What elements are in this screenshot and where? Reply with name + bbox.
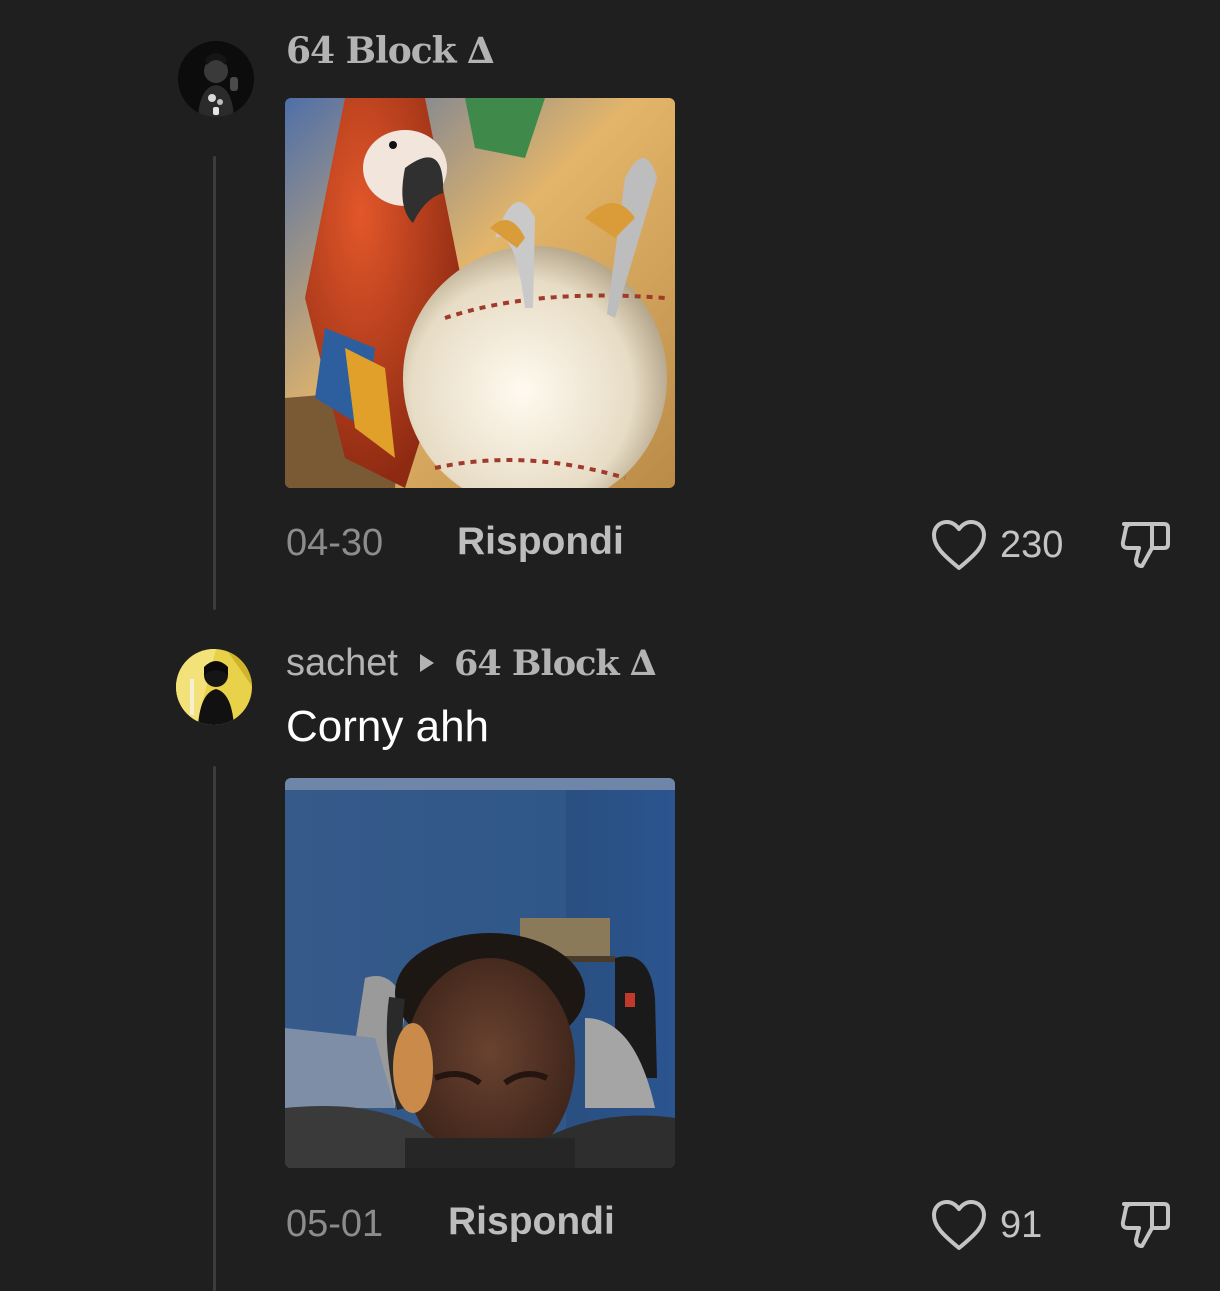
thumbs-down-icon	[1118, 1196, 1174, 1252]
dislike-button[interactable]	[1118, 516, 1174, 572]
heart-icon	[930, 518, 988, 572]
like-count: 230	[1000, 523, 1064, 566]
like-button[interactable]: 91	[930, 1198, 1042, 1252]
comment-date: 05-01	[286, 1203, 384, 1245]
heart-icon	[930, 1198, 988, 1252]
like-count: 91	[1000, 1203, 1043, 1246]
reply-to-author[interactable]: 64 Block ∆	[454, 643, 656, 684]
dislike-button[interactable]	[1118, 1196, 1174, 1252]
avatar[interactable]	[176, 649, 252, 725]
like-button[interactable]: 230	[930, 518, 1063, 572]
comment-thread: 64 Block ∆ 04-30 Rispondi 230 sachet 64 …	[0, 0, 1220, 1291]
thread-line	[213, 156, 216, 610]
comment-author[interactable]: sachet	[286, 642, 398, 685]
comment-date: 04-30	[286, 522, 384, 564]
comment-author[interactable]: 64 Block ∆	[286, 30, 494, 72]
triangle-right-icon	[419, 654, 434, 672]
comment-media-image[interactable]	[285, 778, 675, 1168]
comment-author-line: sachet 64 Block ∆	[286, 640, 656, 686]
reply-button[interactable]: Rispondi	[457, 520, 624, 564]
comment-text: Corny ahh	[286, 702, 490, 751]
thumbs-down-icon	[1118, 516, 1174, 572]
reply-button[interactable]: Rispondi	[448, 1200, 615, 1244]
comment-media-image[interactable]	[285, 98, 675, 488]
avatar[interactable]	[178, 41, 254, 117]
thread-line	[213, 766, 216, 1291]
